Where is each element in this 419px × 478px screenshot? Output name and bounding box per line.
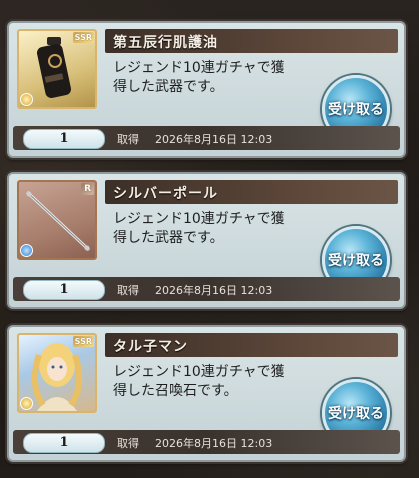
item-footer: 1 取得 2026年8月16日 12:03 [13, 430, 400, 454]
light-element-icon [20, 93, 33, 106]
item-thumbnail[interactable]: SSR [17, 333, 97, 413]
acquired-date: 2026年8月16日 12:03 [155, 133, 273, 146]
quantity-field: 1 [23, 129, 105, 149]
description-line: 得した武器です。 [113, 230, 224, 246]
rarity-badge: SSR [72, 336, 94, 347]
light-element-icon [20, 397, 33, 410]
description-line: 得した召喚石です。 [113, 383, 238, 399]
description-line: レジェンド10連ガチャで獲 [113, 364, 285, 380]
gift-item-card: R シルバーポール レジェンド10連ガチャで獲 得した武器です。 受け取る 1 … [7, 172, 406, 309]
item-title-bar: 第五辰行肌護油 [105, 29, 398, 53]
item-title-bar: タル子マン [105, 333, 398, 357]
gift-item-card: SSR タル子マン レジェンド10連ガチャで獲 得した召喚石です。 受け取る 1… [7, 325, 406, 462]
receive-button-label: 受け取る [328, 102, 384, 118]
item-name: シルバーポール [113, 186, 218, 202]
item-thumbnail[interactable]: SSR [17, 29, 97, 109]
item-title-bar: シルバーポール [105, 180, 398, 204]
item-footer: 1 取得 2026年8月16日 12:03 [13, 277, 400, 301]
rarity-badge: SSR [72, 32, 94, 43]
description-line: レジェンド10連ガチャで獲 [113, 60, 285, 76]
item-name: 第五辰行肌護油 [113, 35, 218, 51]
item-description: レジェンド10連ガチャで獲 得した武器です。 [113, 59, 313, 97]
item-description: レジェンド10連ガチャで獲 得した召喚石です。 [113, 363, 313, 401]
acquired-label: 取得 [117, 133, 139, 146]
acquired-label: 取得 [117, 437, 139, 450]
acquired-date: 2026年8月16日 12:03 [155, 284, 273, 297]
acquired-date: 2026年8月16日 12:03 [155, 437, 273, 450]
item-footer: 1 取得 2026年8月16日 12:03 [13, 126, 400, 150]
gift-item-card: SSR 第五辰行肌護油 レジェンド10連ガチャで獲 得した武器です。 受け取る … [7, 21, 406, 158]
item-description: レジェンド10連ガチャで獲 得した武器です。 [113, 210, 313, 248]
item-name: タル子マン [113, 339, 188, 355]
rarity-badge: R [81, 183, 94, 195]
acquired-label: 取得 [117, 284, 139, 297]
water-element-icon [20, 244, 33, 257]
receive-button-label: 受け取る [328, 406, 384, 422]
receive-button-label: 受け取る [328, 253, 384, 269]
description-line: 得した武器です。 [113, 79, 224, 95]
item-thumbnail[interactable]: R [17, 180, 97, 260]
quantity-field: 1 [23, 280, 105, 300]
description-line: レジェンド10連ガチャで獲 [113, 211, 285, 227]
quantity-field: 1 [23, 433, 105, 453]
